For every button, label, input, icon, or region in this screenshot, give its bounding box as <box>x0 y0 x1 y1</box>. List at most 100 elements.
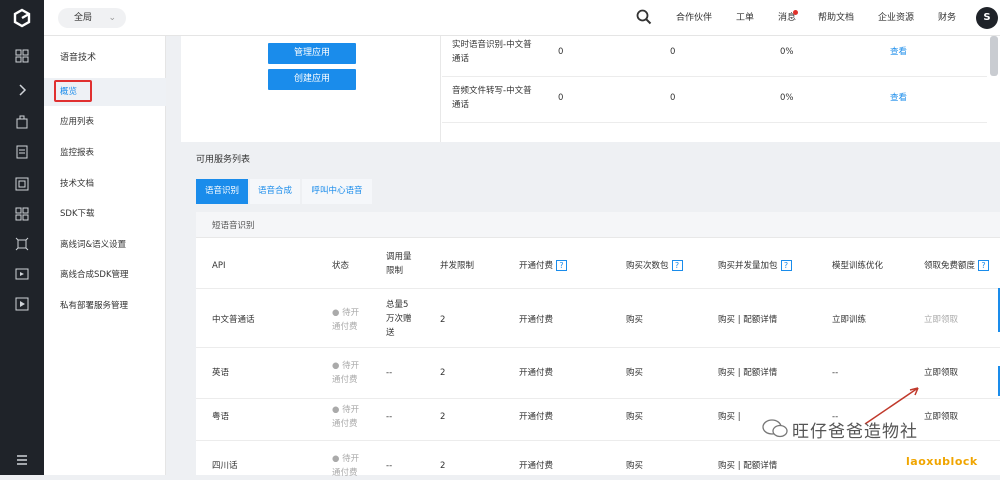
open-pay-link[interactable]: 开通付费 <box>519 410 553 424</box>
manage-app-button[interactable]: 管理应用 <box>268 43 356 64</box>
tab-asr[interactable]: 语音识别 <box>196 179 248 204</box>
sidebar-item-private-deploy[interactable]: 私有部署服务管理 <box>60 299 128 311</box>
sidebar-item-offline-words[interactable]: 离线词&语义设置 <box>60 238 126 250</box>
concurrency-value: 2 <box>440 315 446 325</box>
media-icon[interactable] <box>14 266 29 281</box>
col-buy-count: 购买次数包? <box>626 259 683 273</box>
status-badge: ● 待开 通付费 <box>332 454 360 478</box>
section-title: 短语音识别 <box>212 221 255 231</box>
overview-percent: 0% <box>780 47 794 57</box>
expand-icon[interactable] <box>14 82 29 97</box>
nav-partners[interactable]: 合作伙伴 <box>676 0 712 36</box>
sidebar-title: 语音技术 <box>60 53 97 63</box>
concurrency-value: 2 <box>440 412 446 422</box>
sidebar-item-app-list[interactable]: 应用列表 <box>60 115 94 127</box>
sidebar-item-offline-tts[interactable]: 离线合成SDK管理 <box>60 268 129 280</box>
status-badge: ● 待开 通付费 <box>332 361 360 385</box>
overview-row-name: 实时语音识别-中文普 通话 <box>452 40 532 64</box>
scrollbar[interactable] <box>990 36 998 76</box>
train-link[interactable]: 立即训练 <box>832 313 866 327</box>
nav-enterprise[interactable]: 企业资源 <box>878 0 914 36</box>
apps-icon[interactable] <box>14 48 29 63</box>
logo-icon[interactable] <box>0 0 44 36</box>
row-divider <box>196 347 1000 348</box>
help-icon[interactable]: ? <box>671 260 683 271</box>
row-divider <box>196 288 1000 289</box>
buy-concurrency-links[interactable]: 购买 | 配额详情 <box>718 459 777 473</box>
section-header: 短语音识别 <box>196 212 1000 238</box>
col-buy-concurrency: 购买并发量加包? <box>718 259 792 273</box>
nav-help-docs[interactable]: 帮助文档 <box>818 0 854 36</box>
api-name: 中文普通话 <box>212 315 255 325</box>
status-badge: ● 待开 通付费 <box>332 405 360 429</box>
open-pay-link[interactable]: 开通付费 <box>519 313 553 327</box>
overview-value: 0 <box>558 93 564 103</box>
buy-link[interactable]: 购买 <box>626 366 643 380</box>
menu-icon[interactable] <box>14 452 29 467</box>
view-link[interactable]: 查看 <box>890 91 907 105</box>
col-concurrency: 并发限制 <box>440 261 475 271</box>
col-status: 状态 <box>332 261 350 271</box>
api-name: 粤语 <box>212 412 230 422</box>
create-app-button[interactable]: 创建应用 <box>268 69 356 90</box>
watermark-site: laoxublock <box>906 455 978 468</box>
quota-value: 总量5 万次赠送 <box>386 300 412 338</box>
overview-value: 0 <box>558 47 564 57</box>
tab-call-center[interactable]: 呼叫中心语音 <box>302 179 372 204</box>
nav-finance[interactable]: 财务 <box>938 0 956 36</box>
buy-concurrency-links[interactable]: 购买 | 配额详情 <box>718 313 777 327</box>
view-link[interactable]: 查看 <box>890 45 907 59</box>
top-bar: 全局 ⌄ 合作伙伴 工单 消息 帮助文档 企业资源 财务 S <box>0 0 1000 36</box>
open-pay-link[interactable]: 开通付费 <box>519 459 553 473</box>
doc-icon[interactable] <box>14 144 29 159</box>
nav-messages[interactable]: 消息 <box>778 0 796 36</box>
row-divider <box>442 76 987 77</box>
claim-free-link[interactable]: 立即领取 <box>924 313 958 327</box>
concurrency-value: 2 <box>440 368 446 378</box>
quota-value: -- <box>386 368 393 378</box>
overview-percent: 0% <box>780 93 794 103</box>
region-selector[interactable]: 全局 ⌄ <box>58 8 126 28</box>
buy-link[interactable]: 购买 <box>626 459 643 473</box>
grid-icon[interactable] <box>14 206 29 221</box>
quota-value: -- <box>386 412 393 422</box>
col-free: 领取免费额度? <box>924 259 990 273</box>
help-icon[interactable]: ? <box>780 260 792 271</box>
services-title: 可用服务列表 <box>196 155 251 165</box>
open-pay-link[interactable]: 开通付费 <box>519 366 553 380</box>
quota-value: -- <box>386 461 393 471</box>
avatar[interactable]: S <box>976 7 998 29</box>
buy-link[interactable]: 购买 <box>626 410 643 424</box>
module-icon[interactable] <box>14 114 29 129</box>
sidebar-item-sdk[interactable]: SDK下载 <box>60 207 95 219</box>
overview-value: 0 <box>670 93 676 103</box>
help-icon[interactable]: ? <box>978 260 990 271</box>
network-icon[interactable] <box>14 236 29 251</box>
divider <box>440 36 441 142</box>
train-placeholder: -- <box>832 368 839 378</box>
search-icon[interactable] <box>636 9 652 25</box>
row-divider <box>442 122 987 123</box>
tab-tts[interactable]: 语音合成 <box>250 179 300 204</box>
api-name: 英语 <box>212 368 230 378</box>
help-icon[interactable]: ? <box>556 260 568 271</box>
box-icon[interactable] <box>14 176 29 191</box>
status-badge: ● 待开 通付费 <box>332 308 360 332</box>
sidebar-item-monitor[interactable]: 监控报表 <box>60 146 94 158</box>
buy-link[interactable]: 购买 <box>626 313 643 327</box>
buy-concurrency-links[interactable]: 购买 | <box>718 410 741 424</box>
wechat-icon <box>762 419 788 438</box>
notification-dot <box>793 10 798 15</box>
sidebar-item-overview[interactable]: 概览 <box>60 85 77 97</box>
overview-value: 0 <box>670 47 676 57</box>
region-label: 全局 <box>74 13 93 23</box>
col-api: API <box>212 261 226 271</box>
nav-tickets[interactable]: 工单 <box>736 0 754 36</box>
sidebar-item-docs[interactable]: 技术文档 <box>60 177 94 189</box>
claim-free-link[interactable]: 立即领取 <box>924 366 958 380</box>
col-model: 模型训练优化 <box>832 261 884 271</box>
overview-row-name: 音频文件转写-中文普 通话 <box>452 86 532 110</box>
buy-concurrency-links[interactable]: 购买 | 配额详情 <box>718 366 777 380</box>
play-icon[interactable] <box>14 296 29 311</box>
watermark-text: 旺仔爸爸造物社 <box>792 422 918 442</box>
